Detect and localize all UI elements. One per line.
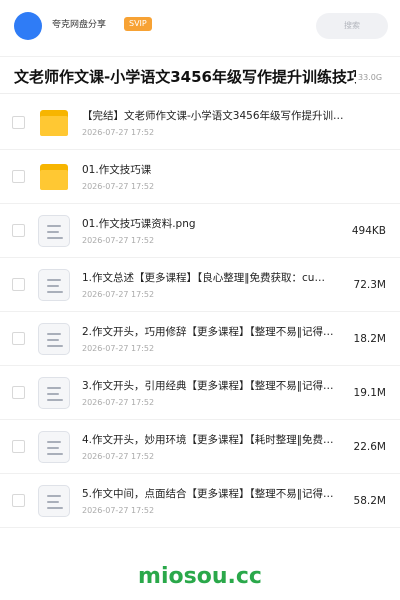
- title-bar: 文老师作文课-小学语文3456年级写作提升训练技巧 33.0G: [0, 56, 400, 94]
- select-checkbox[interactable]: [12, 224, 25, 237]
- file-date: 2026-07-27 17:52: [82, 182, 155, 191]
- file-row[interactable]: 1.作文总述【更多课程】【良心整理‖免费获取：cu… 2026-07-27 17:…: [0, 258, 400, 312]
- file-name: 01.作文技巧课资料.png: [82, 218, 196, 230]
- file-date: 2026-07-27 17:52: [82, 398, 155, 407]
- owner-name: 夸克网盘分享: [52, 20, 107, 30]
- header: 夸克网盘分享 SVIP 搜索: [0, 0, 400, 52]
- file-size: 58.2M: [353, 495, 386, 507]
- file-row[interactable]: 4.作文开头，妙用环境【更多课程】【耗时整理‖免费… 2026-07-27 17:…: [0, 420, 400, 474]
- search-button[interactable]: 搜索: [316, 13, 388, 39]
- document-icon: [38, 377, 70, 409]
- file-date: 2026-07-27 17:52: [82, 236, 155, 245]
- file-row[interactable]: 5.作文中间，点面结合【更多课程】【整理不易‖记得… 2026-07-27 17:…: [0, 474, 400, 528]
- select-checkbox[interactable]: [12, 440, 25, 453]
- file-name: 【完结】文老师作文课-小学语文3456年级写作提升训练技巧: [82, 110, 346, 122]
- document-icon: [38, 485, 70, 517]
- select-checkbox[interactable]: [12, 116, 25, 129]
- file-row[interactable]: 3.作文开头，引用经典【更多课程】【整理不易‖记得… 2026-07-27 17:…: [0, 366, 400, 420]
- file-size: 19.1M: [353, 387, 386, 399]
- watermark: miosou.cc: [138, 564, 262, 589]
- file-name: 01.作文技巧课: [82, 164, 152, 176]
- document-icon: [38, 431, 70, 463]
- file-size: 18.2M: [353, 333, 386, 345]
- file-name: 5.作文中间，点面结合【更多课程】【整理不易‖记得…: [82, 488, 334, 500]
- svip-badge: SVIP: [124, 17, 152, 31]
- page-title: 文老师作文课-小学语文3456年级写作提升训练技巧: [14, 68, 356, 86]
- file-date: 2026-07-27 17:52: [82, 290, 155, 299]
- total-size: 33.0G: [358, 73, 383, 82]
- file-name: 3.作文开头，引用经典【更多课程】【整理不易‖记得…: [82, 380, 334, 392]
- file-date: 2026-07-27 17:52: [82, 452, 155, 461]
- file-date: 2026-07-27 17:52: [82, 128, 155, 137]
- file-name: 4.作文开头，妙用环境【更多课程】【耗时整理‖免费…: [82, 434, 334, 446]
- file-name: 1.作文总述【更多课程】【良心整理‖免费获取：cu…: [82, 272, 325, 284]
- select-checkbox[interactable]: [12, 332, 25, 345]
- select-checkbox[interactable]: [12, 170, 25, 183]
- file-row[interactable]: 【完结】文老师作文课-小学语文3456年级写作提升训练技巧 2026-07-27 …: [0, 96, 400, 150]
- avatar[interactable]: [14, 12, 42, 40]
- file-date: 2026-07-27 17:52: [82, 344, 155, 353]
- file-size: 494KB: [351, 225, 386, 237]
- file-row[interactable]: 01.作文技巧课资料.png 2026-07-27 17:52 494KB: [0, 204, 400, 258]
- select-checkbox[interactable]: [12, 494, 25, 507]
- document-icon: [38, 323, 70, 355]
- folder-icon: [38, 161, 70, 193]
- document-icon: [38, 269, 70, 301]
- file-size: 22.6M: [353, 441, 386, 453]
- select-checkbox[interactable]: [12, 278, 25, 291]
- file-row[interactable]: 2.作文开头，巧用修辞【更多课程】【整理不易‖记得… 2026-07-27 17:…: [0, 312, 400, 366]
- document-icon: [38, 215, 70, 247]
- file-list: 【完结】文老师作文课-小学语文3456年级写作提升训练技巧 2026-07-27 …: [0, 96, 400, 528]
- file-size: 72.3M: [353, 279, 386, 291]
- file-date: 2026-07-27 17:52: [82, 506, 155, 515]
- select-checkbox[interactable]: [12, 386, 25, 399]
- file-name: 2.作文开头，巧用修辞【更多课程】【整理不易‖记得…: [82, 326, 334, 338]
- file-row[interactable]: 01.作文技巧课 2026-07-27 17:52: [0, 150, 400, 204]
- folder-icon: [38, 107, 70, 139]
